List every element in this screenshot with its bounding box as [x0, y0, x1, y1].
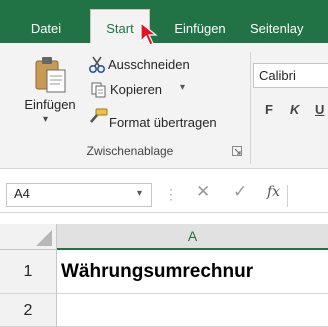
cell-a2[interactable] [57, 294, 328, 327]
insert-function-icon[interactable]: fx [267, 184, 280, 200]
chevron-down-icon[interactable]: ▾ [43, 114, 48, 125]
paste-icon[interactable] [33, 55, 73, 95]
row-header-1[interactable]: 1 [0, 250, 57, 294]
cell-a1[interactable]: Währungsumrechnur [57, 250, 328, 294]
enter-icon[interactable]: ✓ [233, 182, 247, 202]
bold-button[interactable]: F [265, 102, 273, 117]
cursor-arrow-icon [140, 22, 158, 46]
cancel-icon[interactable]: ✕ [196, 182, 210, 202]
column-header-a[interactable]: A [57, 224, 328, 250]
copy-icon [91, 82, 106, 98]
chevron-down-icon[interactable]: ▾ [137, 188, 142, 199]
cell-a2-text [57, 300, 61, 321]
tab-seitenlayout[interactable]: Seitenlay [250, 0, 328, 43]
chevron-down-icon[interactable]: ▾ [180, 82, 185, 93]
paste-button[interactable]: Einfügen [20, 97, 80, 112]
clipboard-group-label: Zwischenablage [86, 144, 174, 158]
tab-einfuegen[interactable]: Einfügen [160, 0, 240, 43]
dialog-launcher-icon[interactable] [232, 146, 242, 156]
select-all-corner[interactable] [0, 224, 57, 250]
cell-a1-text: Währungsumrechnur [61, 261, 254, 282]
name-box-value: A4 [14, 186, 30, 201]
cut-button[interactable]: Ausschneiden [108, 55, 190, 75]
format-painter-button[interactable]: Format übertragen [109, 113, 217, 133]
tab-datei[interactable]: Datei [18, 0, 74, 43]
scissors-icon [88, 56, 106, 74]
font-name-field[interactable]: Calibri [253, 63, 328, 88]
italic-button[interactable]: K [290, 102, 299, 117]
underline-button[interactable]: U [315, 102, 324, 117]
ribbon-group-divider [250, 52, 251, 164]
drag-handle-icon[interactable]: ⋮ [164, 186, 178, 203]
formula-divider [287, 185, 288, 207]
select-all-triangle-icon [36, 230, 52, 246]
format-painter-icon [90, 108, 108, 123]
copy-button[interactable]: Kopieren [110, 80, 162, 100]
row-header-2[interactable]: 2 [0, 294, 57, 327]
